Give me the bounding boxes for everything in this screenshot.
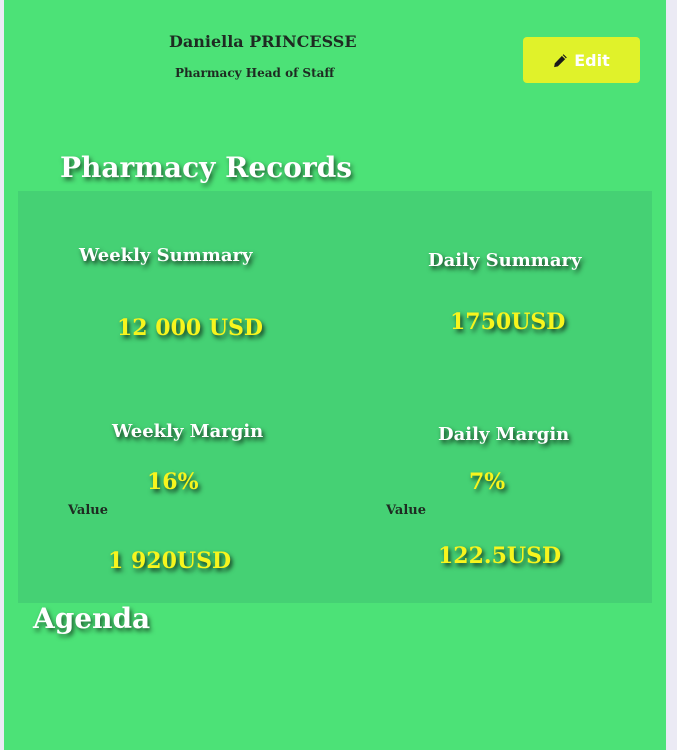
weekly-margin-label: Weekly Margin [112,421,264,442]
user-name: Daniella PRINCESSE [169,32,357,51]
section-title-agenda: Agenda [33,602,151,635]
daily-margin-value: 122.5USD [438,543,562,569]
records-panel: Weekly Summary 12 000 USD Daily Summary … [18,191,652,603]
weekly-summary-label: Weekly Summary [79,245,253,266]
dashboard-page: Daniella PRINCESSE Pharmacy Head of Staf… [4,0,666,750]
edit-label: Edit [574,50,610,70]
weekly-summary-value: 12 000 USD [117,315,264,341]
weekly-margin-value: 1 920USD [108,548,232,574]
daily-margin-label: Daily Margin [438,424,570,445]
daily-summary-value: 1750USD [450,309,566,335]
daily-margin-value-caption: Value [386,503,426,518]
weekly-margin-percent: 16% [147,469,199,495]
user-role: Pharmacy Head of Staff [175,66,335,80]
daily-summary-label: Daily Summary [428,250,582,271]
weekly-margin-value-caption: Value [68,503,108,518]
edit-button[interactable]: Edit [523,37,640,83]
section-title-records: Pharmacy Records [60,151,353,184]
daily-margin-percent: 7% [469,469,506,495]
pencil-icon [553,53,568,68]
